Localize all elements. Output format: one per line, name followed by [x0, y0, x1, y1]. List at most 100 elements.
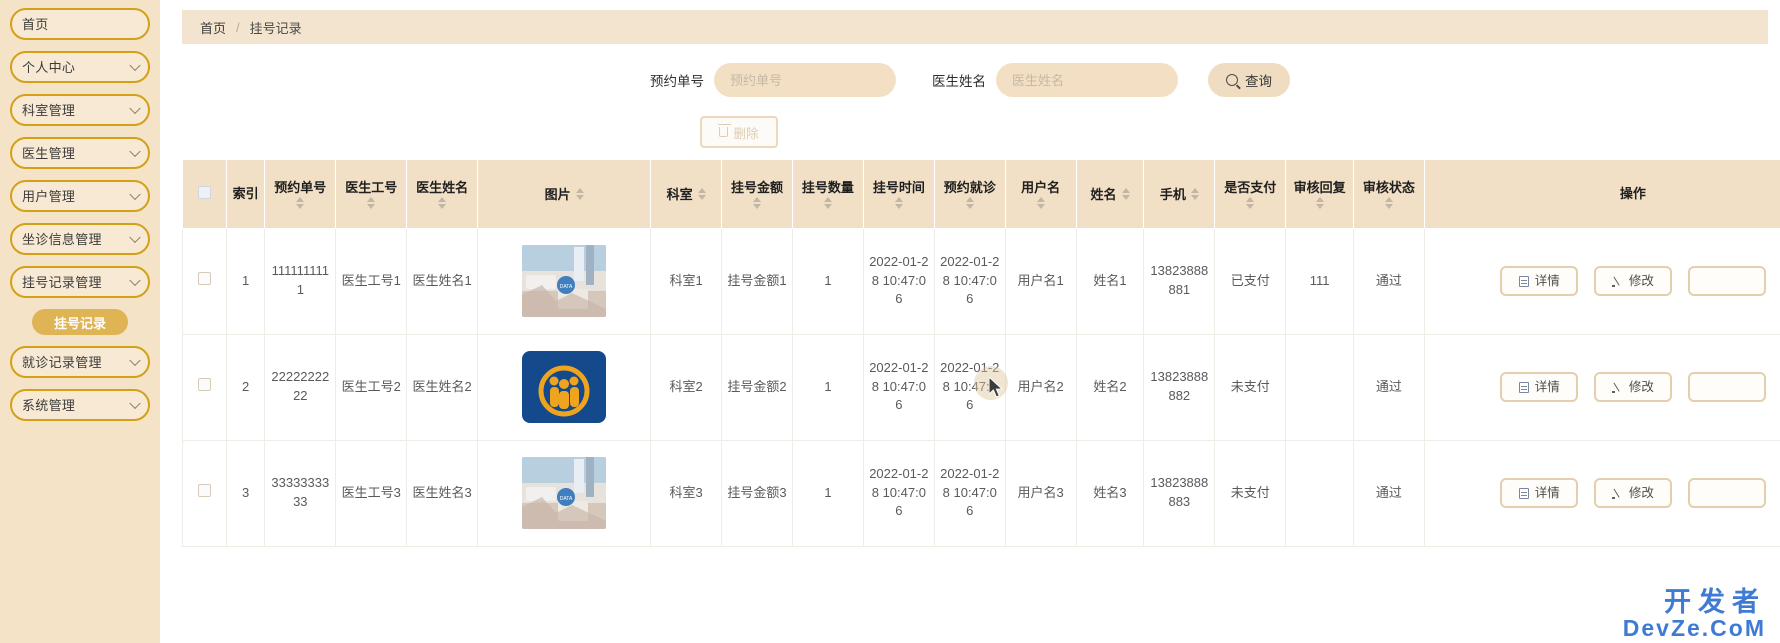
- cell-image[interactable]: DATA: [477, 439, 652, 547]
- main-content: 首页 / 挂号记录 预约单号 医生姓名 查询 删除: [160, 0, 1780, 643]
- cell-image[interactable]: DATA: [477, 227, 652, 335]
- overflow-button[interactable]: [1687, 478, 1766, 508]
- sidebar-item-registration-record-management[interactable]: 挂号记录管理: [10, 266, 150, 298]
- column-header-username[interactable]: 用户名: [1004, 160, 1077, 229]
- row-checkbox[interactable]: [197, 377, 211, 391]
- column-label: 用户名: [1021, 179, 1061, 195]
- cell-username: 用户名1: [1004, 227, 1077, 335]
- column-label: 手机: [1159, 187, 1186, 203]
- table-row: 1 1111111111 医生工号1 医生姓名1 DATA 科室1 挂号金额1 …: [182, 227, 1780, 335]
- sort-icon[interactable]: [894, 196, 903, 209]
- edit-button[interactable]: 修改: [1593, 372, 1672, 402]
- sidebar-item-home[interactable]: 首页: [10, 8, 150, 40]
- row-checkbox[interactable]: [197, 271, 211, 285]
- cell-reg-time: 2022-01-28 10:47:06: [862, 227, 935, 335]
- sidebar-subitem-label: 挂号记录: [53, 315, 106, 331]
- sort-icon[interactable]: [965, 196, 974, 209]
- cell-image[interactable]: [477, 333, 652, 441]
- overflow-button[interactable]: [1687, 372, 1766, 402]
- sidebar-item-label: 首页: [22, 16, 49, 32]
- cell-phone: 13823888881: [1143, 227, 1216, 335]
- sidebar-item-visit-record-management[interactable]: 就诊记录管理: [10, 346, 150, 378]
- sort-icon[interactable]: [1036, 196, 1045, 209]
- column-label: 操作: [1619, 185, 1646, 201]
- column-header-quantity[interactable]: 挂号数量: [791, 160, 864, 229]
- column-header-order-no[interactable]: 预约单号: [264, 160, 337, 229]
- detail-button-label: 详情: [1534, 485, 1560, 500]
- sort-icon[interactable]: [438, 196, 447, 209]
- sort-icon[interactable]: [1246, 196, 1255, 209]
- overflow-button[interactable]: [1687, 266, 1766, 296]
- pencil-icon: [1611, 382, 1623, 393]
- column-header-department[interactable]: 科室: [650, 160, 723, 229]
- sidebar-item-user-management[interactable]: 用户管理: [10, 180, 150, 212]
- family-logo-thumbnail[interactable]: [522, 351, 607, 423]
- sidebar-item-system-management[interactable]: 系统管理: [10, 389, 150, 421]
- column-header-phone[interactable]: 手机: [1143, 160, 1216, 229]
- edit-button-label: 修改: [1628, 273, 1654, 288]
- detail-button-label: 详情: [1534, 379, 1560, 394]
- cell-review-reply: [1285, 439, 1354, 547]
- column-header-doctor-name[interactable]: 医生姓名: [406, 160, 479, 229]
- sort-icon[interactable]: [823, 196, 832, 209]
- sort-icon[interactable]: [296, 196, 305, 209]
- column-header-name[interactable]: 姓名: [1075, 160, 1145, 229]
- sort-icon[interactable]: [1121, 187, 1130, 200]
- delete-button[interactable]: 删除: [700, 116, 778, 148]
- sort-icon[interactable]: [753, 196, 762, 209]
- row-select-cell: [182, 439, 227, 547]
- cell-index: 1: [225, 227, 266, 335]
- sidebar-item-personal-center[interactable]: 个人中心: [10, 51, 150, 83]
- edit-button[interactable]: 修改: [1593, 478, 1672, 508]
- sidebar-item-label: 就诊记录管理: [22, 354, 102, 370]
- column-header-amount[interactable]: 挂号金额: [721, 160, 793, 229]
- sidebar-item-label: 挂号记录管理: [22, 274, 102, 290]
- column-label: 审核回复: [1293, 179, 1346, 195]
- sidebar-item-label: 用户管理: [22, 188, 76, 204]
- sort-icon[interactable]: [1384, 196, 1393, 209]
- detail-button[interactable]: 详情: [1500, 372, 1579, 402]
- column-header-paid[interactable]: 是否支付: [1214, 160, 1287, 229]
- select-all-checkbox[interactable]: [197, 185, 211, 199]
- sidebar-item-label: 个人中心: [22, 59, 76, 75]
- hospital-photo-thumbnail[interactable]: DATA: [522, 457, 607, 529]
- cell-quantity: 1: [791, 227, 864, 335]
- chevron-down-icon: [129, 145, 141, 158]
- search-button[interactable]: 查询: [1208, 63, 1290, 97]
- sort-icon[interactable]: [697, 187, 706, 200]
- detail-button[interactable]: 详情: [1500, 266, 1579, 296]
- column-header-appt-time[interactable]: 预约就诊: [933, 160, 1006, 229]
- sort-icon[interactable]: [367, 196, 376, 209]
- column-header-review-reply[interactable]: 审核回复: [1285, 160, 1354, 229]
- column-label: 预约单号: [274, 179, 327, 195]
- sidebar-item-label: 坐诊信息管理: [22, 231, 102, 247]
- breadcrumb: 首页 / 挂号记录: [182, 10, 1768, 44]
- cell-review-reply: [1285, 333, 1354, 441]
- sort-icon[interactable]: [1315, 196, 1324, 209]
- row-checkbox[interactable]: [197, 483, 211, 497]
- pencil-icon: [1611, 488, 1623, 499]
- order-no-input[interactable]: [714, 63, 896, 97]
- column-label: 科室: [666, 187, 693, 203]
- doctor-name-input[interactable]: [996, 63, 1178, 97]
- sidebar-item-department-management[interactable]: 科室管理: [10, 94, 150, 126]
- breadcrumb-separator: /: [236, 19, 240, 35]
- sidebar-subitem-registration-record[interactable]: 挂号记录: [32, 309, 128, 335]
- svg-text:DATA: DATA: [560, 284, 573, 290]
- column-label: 挂号时间: [872, 179, 925, 195]
- hospital-photo-thumbnail[interactable]: DATA: [522, 245, 607, 317]
- sidebar-item-consultation-info-management[interactable]: 坐诊信息管理: [10, 223, 150, 255]
- detail-button[interactable]: 详情: [1500, 478, 1579, 508]
- column-header-image[interactable]: 图片: [477, 160, 652, 229]
- column-header-reg-time[interactable]: 挂号时间: [862, 160, 935, 229]
- column-header-review-status[interactable]: 审核状态: [1352, 160, 1425, 229]
- cell-order-no: 1111111111: [264, 227, 337, 335]
- cell-appt-time: 2022-01-28 10:47:06: [933, 227, 1006, 335]
- column-header-doctor-no[interactable]: 医生工号: [335, 160, 408, 229]
- sort-icon[interactable]: [575, 187, 584, 200]
- breadcrumb-home[interactable]: 首页: [200, 18, 226, 37]
- sort-icon[interactable]: [1190, 187, 1199, 200]
- edit-button[interactable]: 修改: [1593, 266, 1672, 296]
- cell-amount: 挂号金额2: [721, 333, 793, 441]
- sidebar-item-doctor-management[interactable]: 医生管理: [10, 137, 150, 169]
